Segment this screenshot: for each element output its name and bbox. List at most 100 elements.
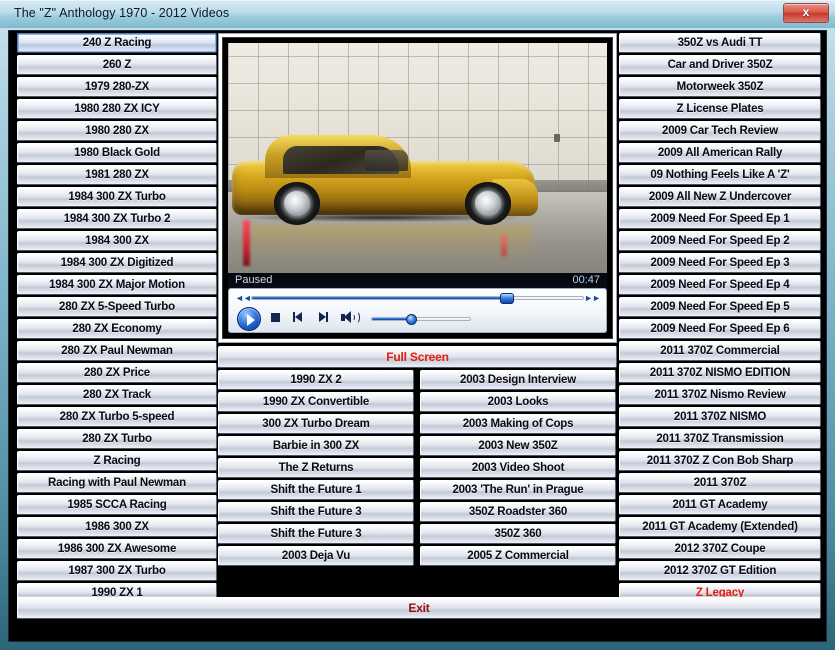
wall-outlet-icon — [553, 133, 560, 142]
play-icon[interactable] — [237, 307, 261, 331]
red-light-reflection — [243, 220, 251, 267]
video-right-item[interactable]: 2011 370Z NISMO — [619, 407, 821, 427]
video-left-item[interactable]: 1984 300 ZX — [17, 231, 217, 251]
video-left-item[interactable]: 240 Z Racing — [17, 33, 217, 53]
video-right-item[interactable]: 2011 GT Academy — [619, 495, 821, 515]
video-right-item[interactable]: 2009 Need For Speed Ep 1 — [619, 209, 821, 229]
video-middle-two-item[interactable]: 2003 New 350Z — [420, 436, 616, 456]
video-right-item[interactable]: 2012 370Z Coupe — [619, 539, 821, 559]
video-list-right: 350Z vs Audi TT Car and Driver 350Z Motorw… — [619, 33, 821, 603]
video-middle-two-item[interactable]: 2003 Making of Cops — [420, 414, 616, 434]
video-right-item[interactable]: 09 Nothing Feels Like A 'Z' — [619, 165, 821, 185]
previous-track-icon[interactable] — [293, 312, 304, 323]
rewind-icon[interactable]: ◄◄ — [235, 293, 252, 303]
video-left-item[interactable]: 280 ZX 5-Speed Turbo — [17, 297, 217, 317]
video-right-item[interactable]: 2011 370Z Z Con Bob Sharp — [619, 451, 821, 471]
video-right-item[interactable]: Z License Plates — [619, 99, 821, 119]
fast-forward-icon[interactable]: ►► — [584, 293, 601, 303]
video-left-item[interactable]: 1981 280 ZX — [17, 165, 217, 185]
video-right-item[interactable]: 2009 Need For Speed Ep 2 — [619, 231, 821, 251]
video-right-item[interactable]: 2009 Need For Speed Ep 5 — [619, 297, 821, 317]
video-right-item[interactable]: 2009 All American Rally — [619, 143, 821, 163]
video-left-item[interactable]: Racing with Paul Newman — [17, 473, 217, 493]
transport-controls — [229, 306, 606, 332]
video-left-item[interactable]: 1980 280 ZX — [17, 121, 217, 141]
seek-progress-fill — [252, 297, 507, 299]
video-right-item[interactable]: 2009 All New Z Undercover — [619, 187, 821, 207]
volume-slider[interactable] — [371, 314, 471, 325]
video-middle-two-item[interactable]: 2003 Video Shoot — [420, 458, 616, 478]
exit-row: Exit — [17, 597, 821, 619]
video-left-item[interactable]: 1987 300 ZX Turbo — [17, 561, 217, 581]
fullscreen-button[interactable]: Full Screen — [218, 346, 617, 368]
video-left-item[interactable]: 260 Z — [17, 55, 217, 75]
video-middle-one-item[interactable]: Shift the Future 1 — [218, 480, 414, 500]
video-left-item[interactable]: 1984 300 ZX Turbo — [17, 187, 217, 207]
video-left-item[interactable]: 1984 300 ZX Digitized — [17, 253, 217, 273]
video-right-item[interactable]: Car and Driver 350Z — [619, 55, 821, 75]
video-right-item[interactable]: 2011 370Z — [619, 473, 821, 493]
video-left-item[interactable]: 1985 SCCA Racing — [17, 495, 217, 515]
video-middle-one-item[interactable]: The Z Returns — [218, 458, 414, 478]
player-controls: ◄◄ ►► — [228, 288, 607, 333]
video-left-item[interactable]: 1984 300 ZX Major Motion — [17, 275, 217, 295]
video-middle-two-item[interactable]: 2005 Z Commercial — [420, 546, 616, 566]
video-left-item[interactable]: 1980 280 ZX ICY — [17, 99, 217, 119]
video-list-middle-one: 1990 ZX 2 1990 ZX Convertible 300 ZX Turbo… — [218, 370, 414, 566]
video-right-item[interactable]: 350Z vs Audi TT — [619, 33, 821, 53]
video-right-item[interactable]: 2009 Need For Speed Ep 3 — [619, 253, 821, 273]
video-left-item[interactable]: 280 ZX Price — [17, 363, 217, 383]
video-left-item[interactable]: 1986 300 ZX Awesome — [17, 539, 217, 559]
fullscreen-row: Full Screen — [218, 346, 617, 368]
seek-slider-thumb[interactable] — [499, 293, 514, 304]
video-middle-one-item[interactable]: Barbie in 300 ZX — [218, 436, 414, 456]
video-left-item[interactable]: 280 ZX Paul Newman — [17, 341, 217, 361]
video-right-item[interactable]: 2011 370Z Commercial — [619, 341, 821, 361]
video-left-item[interactable]: 1980 Black Gold — [17, 143, 217, 163]
video-middle-two-item[interactable]: 2003 Looks — [420, 392, 616, 412]
video-middle-one-item[interactable]: 1990 ZX 2 — [218, 370, 414, 390]
video-left-item[interactable]: 280 ZX Turbo 5-speed — [17, 407, 217, 427]
video-middle-one-item[interactable]: Shift the Future 3 — [218, 524, 414, 544]
video-middle-two-item[interactable]: 350Z Roadster 360 — [420, 502, 616, 522]
video-left-item[interactable]: 280 ZX Economy — [17, 319, 217, 339]
video-left-item[interactable]: 1984 300 ZX Turbo 2 — [17, 209, 217, 229]
video-left-item[interactable]: Z Racing — [17, 451, 217, 471]
video-middle-two-item[interactable]: 2003 'The Run' in Prague — [420, 480, 616, 500]
rear-wheel — [274, 181, 320, 225]
window-title: The "Z" Anthology 1970 - 2012 Videos — [14, 6, 230, 20]
stop-icon[interactable] — [271, 313, 280, 322]
video-middle-one-item[interactable]: Shift the Future 3 — [218, 502, 414, 522]
video-right-item[interactable]: 2011 GT Academy (Extended) — [619, 517, 821, 537]
video-middle-two-item[interactable]: 350Z 360 — [420, 524, 616, 544]
video-middle-one-item[interactable]: 300 ZX Turbo Dream — [218, 414, 414, 434]
video-right-item[interactable]: 2009 Need For Speed Ep 4 — [619, 275, 821, 295]
video-list-left: 240 Z Racing 260 Z 1979 280-ZX 1980 280 ZX … — [17, 33, 217, 603]
volume-icon[interactable] — [341, 311, 360, 324]
volume-wave-2 — [352, 311, 360, 324]
video-right-item[interactable]: Motorweek 350Z — [619, 77, 821, 97]
video-right-item[interactable]: 2009 Need For Speed Ep 6 — [619, 319, 821, 339]
video-right-item[interactable]: 2011 370Z NISMO EDITION — [619, 363, 821, 383]
red-light-reflection-2 — [500, 234, 507, 257]
video-left-item[interactable]: 280 ZX Track — [17, 385, 217, 405]
video-right-item[interactable]: 2011 370Z Nismo Review — [619, 385, 821, 405]
video-surface[interactable] — [228, 43, 607, 276]
video-list-middle-two: 2003 Design Interview 2003 Looks 2003 Maki… — [420, 370, 616, 566]
video-right-item[interactable]: 2009 Car Tech Review — [619, 121, 821, 141]
video-right-item[interactable]: 2012 370Z GT Edition — [619, 561, 821, 581]
volume-slider-thumb[interactable] — [406, 314, 418, 325]
video-inner: Paused 00:47 ◄◄ ►► — [222, 37, 613, 339]
video-middle-one-item[interactable]: 1990 ZX Convertible — [218, 392, 414, 412]
video-middle-one-item[interactable]: 2003 Deja Vu — [218, 546, 414, 566]
seek-slider[interactable] — [251, 293, 584, 304]
close-button[interactable]: x — [783, 3, 829, 23]
next-track-icon[interactable] — [317, 312, 328, 323]
video-middle-two-item[interactable]: 2003 Design Interview — [420, 370, 616, 390]
exit-button[interactable]: Exit — [17, 597, 821, 619]
video-right-item[interactable]: 2011 370Z Transmission — [619, 429, 821, 449]
video-left-item[interactable]: 280 ZX Turbo — [17, 429, 217, 449]
datsun-z-car — [231, 132, 538, 225]
video-left-item[interactable]: 1986 300 ZX — [17, 517, 217, 537]
video-left-item[interactable]: 1979 280-ZX — [17, 77, 217, 97]
